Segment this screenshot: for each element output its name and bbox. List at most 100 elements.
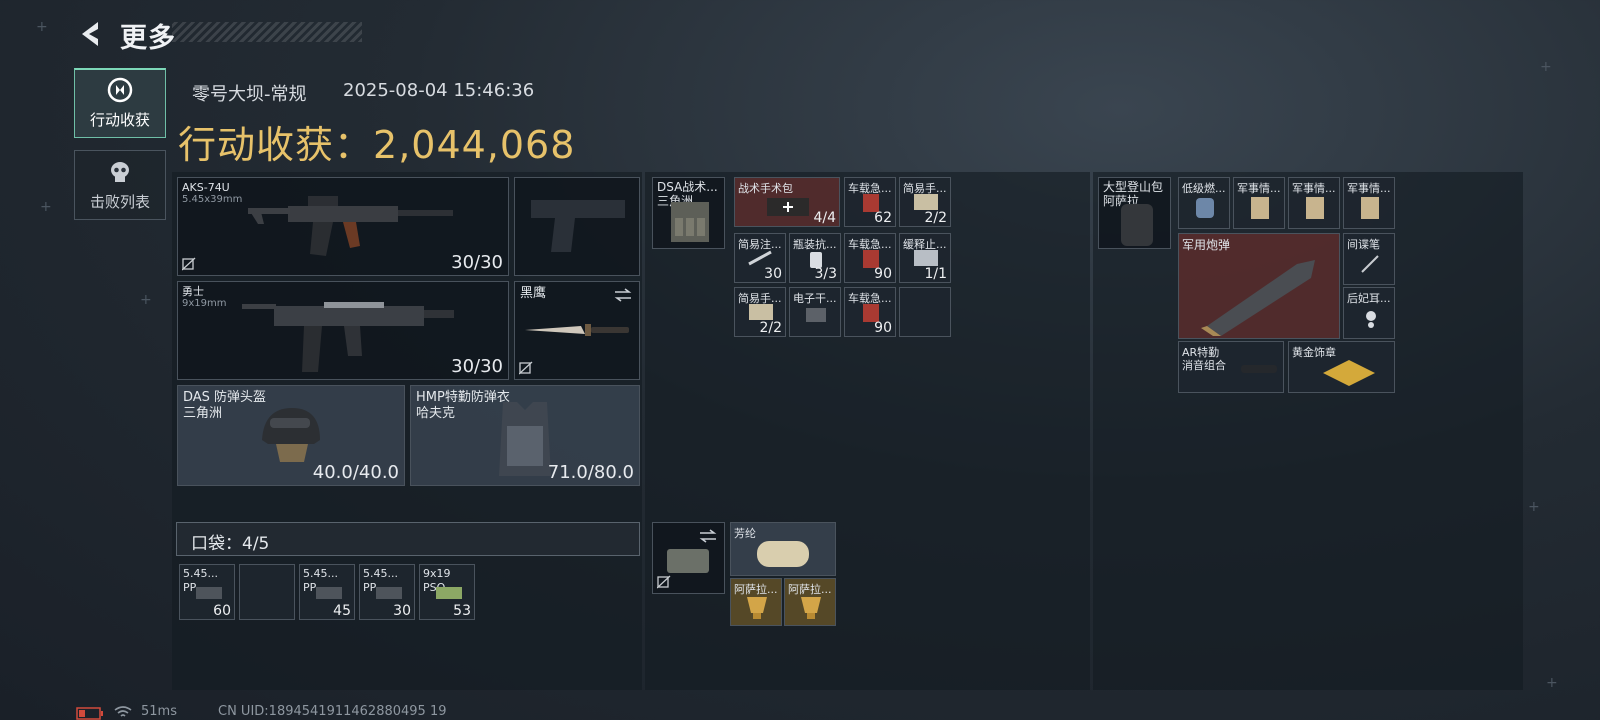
bp-item-gold-badge[interactable]: 黄金饰章 xyxy=(1288,341,1395,393)
bp-item-name: 后妃耳... xyxy=(1347,292,1391,305)
pistol-silhouette-icon xyxy=(531,200,625,252)
tab-kill-list-label: 击败列表 xyxy=(89,192,150,211)
bp-item-spy-pen[interactable]: 间谍笔 xyxy=(1343,233,1395,285)
bg-cross: + xyxy=(36,19,48,35)
rig-item-count: 90 xyxy=(874,266,892,282)
backpack-slot[interactable]: 大型登山包 阿萨拉 xyxy=(1098,177,1171,249)
knife-icon xyxy=(525,324,629,336)
bandage-icon xyxy=(749,304,773,320)
tab-loot-label: 行动收获 xyxy=(89,111,150,129)
secondary-weapon-caliber: 9x19mm xyxy=(182,298,227,309)
surgery-kit-icon xyxy=(767,198,809,216)
bp-item-earring[interactable]: 后妃耳... xyxy=(1343,287,1395,339)
rifle-icon xyxy=(248,196,453,256)
swap-icon[interactable] xyxy=(698,529,718,543)
case-slot[interactable] xyxy=(652,522,725,594)
bg-cross: + xyxy=(1546,675,1558,691)
rig-item-bandage-1[interactable]: 简易手... 2/2 xyxy=(899,177,951,227)
helmet-slot[interactable]: DAS 防弹头盔 三角洲 40.0/40.0 xyxy=(177,385,405,486)
helmet-brand: 三角洲 xyxy=(183,406,223,421)
gold-badge-icon xyxy=(1323,360,1375,386)
pocket-item-count: 53 xyxy=(453,603,471,619)
melee-name: 黑鹰 xyxy=(520,286,547,301)
bp-item-sub: 消音组合 xyxy=(1182,359,1226,372)
case-item-asala-1[interactable]: 阿萨拉... xyxy=(730,578,782,626)
rig-item-car-aid-2[interactable]: 车载急... 90 xyxy=(844,233,896,283)
ammo-box-icon xyxy=(196,587,222,599)
rig-item-car-aid-1[interactable]: 车载急... 62 xyxy=(844,177,896,227)
ammo-box-icon xyxy=(436,587,462,599)
vest-durability: 71.0/80.0 xyxy=(547,462,634,483)
aramid-roll-icon xyxy=(757,541,809,567)
wifi-icon xyxy=(113,704,133,720)
vest-slot[interactable]: HMP特勤防弹衣 哈夫克 71.0/80.0 xyxy=(410,385,640,486)
secondary-weapon-ammo: 30/30 xyxy=(451,356,503,377)
rig-item-count: 2/2 xyxy=(924,210,947,226)
pockets-header: 口袋：4/5 xyxy=(176,522,640,556)
pocket-item-name: 9x19 xyxy=(423,567,451,580)
fuel-can-icon xyxy=(1196,198,1214,218)
pocket-item-empty[interactable] xyxy=(239,564,295,620)
no-insure-icon xyxy=(182,257,196,271)
rig-item-count: 90 xyxy=(874,320,892,336)
rig-item-car-aid-3[interactable]: 车载急... 90 xyxy=(844,287,896,337)
loot-total-value: 2,044,068 xyxy=(373,123,576,167)
back-arrow-icon xyxy=(82,22,98,46)
document-icon xyxy=(1306,197,1324,219)
backpack-name: 大型登山包 xyxy=(1103,180,1164,194)
pistol-slot[interactable] xyxy=(514,177,640,276)
pocket-item-3[interactable]: 5.45... PP 45 xyxy=(299,564,355,620)
secondary-weapon-slot[interactable]: 勇士 9x19mm 30/30 xyxy=(177,281,509,380)
smg-icon xyxy=(242,302,454,372)
page-title: 更多 xyxy=(120,23,176,54)
rig-item-antibiotic[interactable]: 瓶装抗... 3/3 xyxy=(789,233,841,283)
pockets-label-text: 口袋： xyxy=(191,534,242,554)
swap-icon[interactable] xyxy=(613,288,633,302)
pocket-item-1[interactable]: 5.45... PP 60 xyxy=(179,564,235,620)
ping-label: 51ms xyxy=(141,704,177,719)
no-insure-icon xyxy=(519,361,533,375)
earring-icon xyxy=(1366,311,1376,328)
rig-item-count: 3/3 xyxy=(814,266,837,282)
suppressor-icon xyxy=(1241,365,1277,373)
pocket-item-name: 5.45... xyxy=(303,567,338,580)
rig-item-surgery-kit[interactable]: 战术手术包 4/4 xyxy=(734,177,840,227)
case-item-asala-2[interactable]: 阿萨拉... xyxy=(784,578,836,626)
back-button[interactable] xyxy=(76,18,108,50)
chest-rig-slot[interactable]: DSA战术... 三角洲 xyxy=(652,177,725,249)
pocket-item-4[interactable]: 5.45... PP 30 xyxy=(359,564,415,620)
document-icon xyxy=(1251,197,1269,219)
wifi-signal-icon xyxy=(114,706,132,717)
bp-item-intel-3[interactable]: 军事情... xyxy=(1343,177,1395,229)
tab-kill-list[interactable]: 击败列表 xyxy=(74,150,166,220)
primary-weapon-slot[interactable]: AKS-74U 5.45x39mm 30/30 xyxy=(177,177,509,276)
bp-item-intel-2[interactable]: 军事情... xyxy=(1288,177,1340,229)
helmet-name: DAS 防弹头盔 xyxy=(183,390,267,405)
case-icon xyxy=(667,549,709,573)
loot-icon xyxy=(107,77,133,103)
bp-item-name: 间谍笔 xyxy=(1347,238,1380,251)
rig-item-count: 4/4 xyxy=(813,210,836,226)
rig-item-painkiller[interactable]: 缓释止... 1/1 xyxy=(899,233,951,283)
rig-item-electronic[interactable]: 电子干... xyxy=(789,287,841,337)
bp-item-intel-1[interactable]: 军事情... xyxy=(1233,177,1285,229)
helmet-icon xyxy=(262,408,320,462)
rig-item-empty[interactable] xyxy=(899,287,951,337)
rig-item-injector[interactable]: 简易注... 30 xyxy=(734,233,786,283)
melee-slot[interactable]: 黑鹰 xyxy=(514,281,640,380)
bp-item-ar-suppressor[interactable]: AR特勤 消音组合 xyxy=(1178,341,1284,393)
pill-pack-icon xyxy=(914,250,938,266)
rig-item-bandage-2[interactable]: 简易手... 2/2 xyxy=(734,287,786,337)
case-item-aramid[interactable]: 芳纶 xyxy=(730,522,836,576)
bp-item-artillery-shell[interactable]: 军用炮弹 xyxy=(1178,233,1340,339)
bg-cross: + xyxy=(40,199,52,215)
ammo-box-icon xyxy=(376,587,402,599)
bg-cross: + xyxy=(140,292,152,308)
pocket-item-5[interactable]: 9x19 PSO 53 xyxy=(419,564,475,620)
document-icon xyxy=(1361,197,1379,219)
vest-brand: 哈夫克 xyxy=(416,406,456,421)
tab-loot[interactable]: 行动收获 xyxy=(74,68,166,138)
bandage-icon xyxy=(914,194,938,210)
chest-rig-name: DSA战术... xyxy=(657,180,718,194)
bp-item-fuel[interactable]: 低级燃... xyxy=(1178,177,1230,229)
